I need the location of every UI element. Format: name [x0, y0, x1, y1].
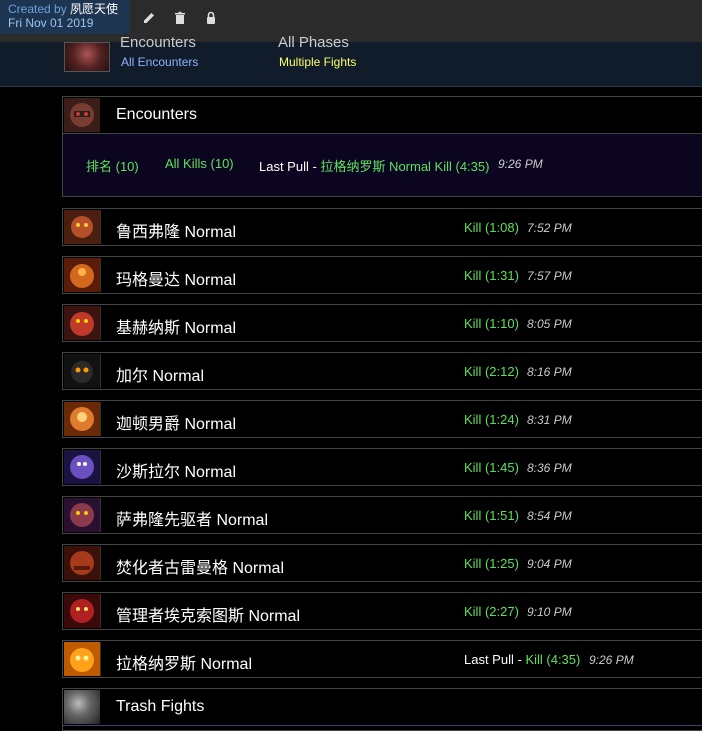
trash-fights-title: Trash Fights — [116, 698, 205, 715]
boss-name: 拉格纳罗斯 Normal — [116, 656, 253, 673]
kill-time: 9:26 PM — [589, 653, 634, 667]
kill-time: 8:05 PM — [527, 317, 572, 331]
encounters-heading-cut: Encounters — [120, 34, 196, 51]
pencil-icon[interactable] — [141, 10, 157, 26]
report-page: Created by 夙愿天使 Fri Nov 01 2019 Encounte… — [0, 0, 702, 731]
boss-row-lucifron[interactable]: 鲁西弗隆 Normal Kill (1:08) 7:52 PM — [62, 208, 702, 246]
boss-portrait-icon — [64, 546, 101, 580]
created-by-box: Created by 夙愿天使 Fri Nov 01 2019 — [0, 0, 130, 34]
boss-name: 沙斯拉尔 Normal — [116, 464, 237, 481]
last-pull-summary[interactable]: Last Pull - 拉格纳罗斯 Normal Kill (4:35) — [259, 156, 489, 175]
encounters-icon — [64, 98, 100, 132]
last-pull-label: Last Pull — [259, 159, 309, 174]
boss-name: 焚化者古雷曼格 Normal — [116, 560, 285, 577]
lock-icon[interactable] — [203, 10, 219, 26]
divider — [63, 725, 702, 726]
last-pull-separator: - — [308, 159, 321, 174]
boss-row-golemagg[interactable]: 焚化者古雷曼格 Normal Kill (1:25) 9:04 PM — [62, 544, 702, 582]
kill-time: 8:36 PM — [527, 461, 572, 475]
report-toolbar: Created by 夙愿天使 Fri Nov 01 2019 — [0, 0, 702, 43]
kill-result: Kill (1:51) — [464, 508, 519, 523]
boss-name: 玛格曼达 Normal — [116, 272, 237, 289]
boss-portrait-icon — [64, 450, 101, 484]
report-date: Fri Nov 01 2019 — [8, 16, 94, 30]
boss-row-magmadar[interactable]: 玛格曼达 Normal Kill (1:31) 7:57 PM — [62, 256, 702, 294]
kill-result: Kill (1:24) — [464, 412, 519, 427]
kill-time: 7:57 PM — [527, 269, 572, 283]
encounters-section-header[interactable]: Encounters — [62, 96, 702, 134]
boss-row-shazzrah[interactable]: 沙斯拉尔 Normal Kill (1:45) 8:36 PM — [62, 448, 702, 486]
boss-name: 迦顿男爵 Normal — [116, 416, 237, 433]
boss-row-baron-geddon[interactable]: 迦顿男爵 Normal Kill (1:24) 8:31 PM — [62, 400, 702, 438]
encounters-title: Encounters — [116, 106, 197, 123]
boss-name: 鲁西弗隆 Normal — [116, 224, 237, 241]
rank-filter-link[interactable]: 排名 (10) — [86, 156, 139, 175]
kill-result: Kill (1:25) — [464, 556, 519, 571]
boss-row-ragnaros[interactable]: 拉格纳罗斯 Normal Last Pull - Kill (4:35) 9:2… — [62, 640, 702, 678]
kill-time: 8:54 PM — [527, 509, 572, 523]
last-pull-separator: - — [513, 652, 526, 667]
all-kills-filter-link[interactable]: All Kills (10) — [165, 156, 234, 171]
kill-result: Kill (4:35) — [525, 652, 581, 667]
boss-portrait-icon — [64, 594, 101, 628]
last-pull-result: Last Pull - Kill (4:35) — [464, 652, 580, 667]
last-pull-value: 拉格纳罗斯 Normal Kill (4:35) — [320, 159, 490, 174]
kill-result: Kill (1:10) — [464, 316, 519, 331]
boss-name: 基赫纳斯 Normal — [116, 320, 237, 337]
boss-row-garr[interactable]: 加尔 Normal Kill (2:12) 8:16 PM — [62, 352, 702, 390]
kill-time: 9:10 PM — [527, 605, 572, 619]
kill-result: Kill (1:45) — [464, 460, 519, 475]
boss-row-majordomo[interactable]: 管理者埃克索图斯 Normal Kill (2:27) 9:10 PM — [62, 592, 702, 630]
boss-name: 管理者埃克索图斯 Normal — [116, 608, 301, 625]
trash-fights-icon — [64, 690, 100, 724]
phases-heading-cut: All Phases — [278, 34, 349, 51]
kill-time: 8:16 PM — [527, 365, 572, 379]
filter-header: Encounters All Phases All Encounters Mul… — [0, 34, 702, 87]
boss-name: 加尔 Normal — [116, 368, 205, 385]
boss-portrait-icon — [64, 402, 101, 436]
kill-result: Kill (2:27) — [464, 604, 519, 619]
kill-time: 8:31 PM — [527, 413, 572, 427]
boss-row-gehennas[interactable]: 基赫纳斯 Normal Kill (1:10) 8:05 PM — [62, 304, 702, 342]
boss-portrait-icon — [64, 306, 101, 340]
boss-name: 萨弗隆先驱者 Normal — [116, 512, 269, 529]
boss-portrait-icon — [64, 642, 101, 676]
kill-result: Kill (2:12) — [464, 364, 519, 379]
kill-time: 9:04 PM — [527, 557, 572, 571]
encounters-summary-panel: 排名 (10) All Kills (10) Last Pull - 拉格纳罗斯… — [62, 134, 702, 197]
kill-time: 7:52 PM — [527, 221, 572, 235]
boss-portrait-icon — [64, 210, 101, 244]
kill-result: Kill (1:31) — [464, 268, 519, 283]
last-pull-label: Last Pull — [464, 652, 514, 667]
boss-portrait-icon — [64, 354, 101, 388]
boss-portrait-icon — [64, 258, 101, 292]
trash-fights-row[interactable]: Trash Fights — [62, 688, 702, 731]
boss-row-sulfuron-harbinger[interactable]: 萨弗隆先驱者 Normal Kill (1:51) 8:54 PM — [62, 496, 702, 534]
kill-result: Kill (1:08) — [464, 220, 519, 235]
boss-portrait-icon — [64, 498, 101, 532]
creator-name[interactable]: 夙愿天使 — [70, 2, 118, 16]
trash-icon[interactable] — [172, 10, 188, 26]
created-by-label: Created by — [8, 2, 67, 16]
last-pull-time: 9:26 PM — [498, 157, 543, 171]
encounters-header-icon — [64, 42, 110, 72]
multiple-fights-link[interactable]: Multiple Fights — [279, 55, 356, 69]
all-encounters-link[interactable]: All Encounters — [121, 55, 198, 69]
